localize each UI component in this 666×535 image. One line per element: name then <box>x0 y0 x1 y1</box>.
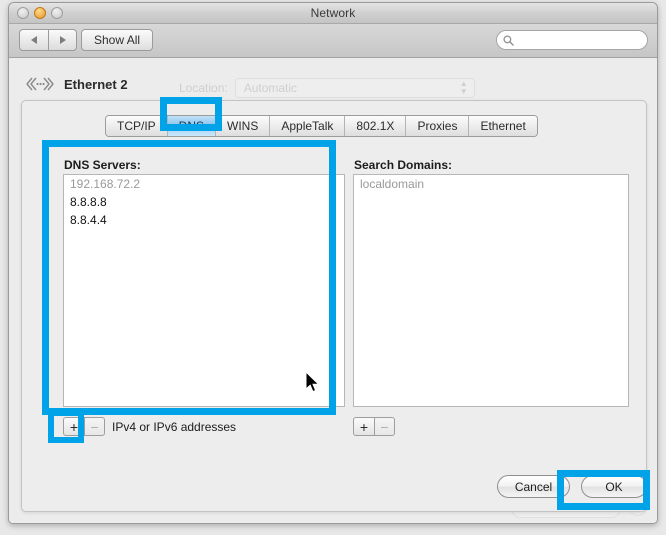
search-input[interactable] <box>517 34 635 46</box>
forward-arrow-icon <box>59 36 66 44</box>
network-preferences-window: Network Show All Ethernet 2 Location: Au… <box>8 2 658 524</box>
search-domains-stepper: + − <box>353 417 395 436</box>
list-item[interactable]: 8.8.8.8 <box>64 193 344 211</box>
remove-dns-server-label: − <box>90 418 99 435</box>
service-header: Ethernet 2 <box>25 76 128 92</box>
dns-servers-list[interactable]: 192.168.72.2 8.8.8.8 8.8.4.4 <box>63 174 345 407</box>
dns-address-hint: IPv4 or IPv6 addresses <box>112 420 237 434</box>
chevron-updown-icon: ▲ ▼ <box>459 79 468 96</box>
show-all-label: Show All <box>94 33 141 47</box>
remove-dns-server-button[interactable]: − <box>84 417 105 436</box>
nav-button-group <box>19 29 77 51</box>
tab-tcpip-label: TCP/IP <box>117 119 156 133</box>
list-item[interactable]: 192.168.72.2 <box>64 175 344 193</box>
dns-servers-label: DNS Servers: <box>64 158 141 172</box>
cancel-label: Cancel <box>514 479 553 494</box>
tab-ethernet[interactable]: Ethernet <box>469 116 537 136</box>
toolbar: Show All <box>9 24 657 58</box>
service-name: Ethernet 2 <box>64 76 128 92</box>
location-value: Automatic <box>243 81 298 95</box>
add-search-domain-button[interactable]: + <box>353 417 374 436</box>
ok-button[interactable]: OK <box>581 475 647 498</box>
tab-wins[interactable]: WINS <box>216 116 271 136</box>
add-dns-server-label: + <box>69 418 79 435</box>
back-arrow-icon <box>31 36 37 44</box>
dns-settings-sheet: TCP/IP DNS WINS AppleTalk 802.1X Proxies… <box>21 100 647 512</box>
search-domains-list[interactable]: localdomain <box>353 174 629 407</box>
tab-ethernet-label: Ethernet <box>480 119 526 133</box>
search-field[interactable] <box>496 30 648 50</box>
tab-appletalk-label: AppleTalk <box>281 119 334 133</box>
screen: Network Show All Ethernet 2 Location: Au… <box>0 0 666 535</box>
tab-appletalk[interactable]: AppleTalk <box>270 116 346 136</box>
ethernet-icon <box>26 77 54 91</box>
tab-wins-label: WINS <box>227 119 259 133</box>
dns-servers-stepper: + − <box>63 417 105 436</box>
tab-8021x[interactable]: 802.1X <box>345 116 407 136</box>
settings-tab-bar: TCP/IP DNS WINS AppleTalk 802.1X Proxies… <box>105 115 538 137</box>
add-dns-server-button[interactable]: + <box>63 417 84 436</box>
tab-8021x-label: 802.1X <box>356 119 395 133</box>
show-all-button[interactable]: Show All <box>81 29 154 51</box>
preferences-content: Ethernet 2 Location: Automatic ▲▼ Status… <box>9 58 657 523</box>
ok-label: OK <box>605 479 623 494</box>
search-domains-label: Search Domains: <box>354 158 453 172</box>
tab-dns[interactable]: DNS <box>167 116 217 136</box>
tab-proxies[interactable]: Proxies <box>406 116 470 136</box>
location-row: Location: Automatic ▲ ▼ <box>179 78 475 98</box>
list-item[interactable]: localdomain <box>354 175 628 193</box>
search-icon <box>503 34 514 46</box>
tab-dns-label: DNS <box>178 119 205 133</box>
forward-button[interactable] <box>48 29 77 51</box>
back-button[interactable] <box>19 29 48 51</box>
remove-search-domain-label: − <box>380 418 389 435</box>
window-titlebar: Network <box>9 3 657 24</box>
location-popup: Automatic ▲ ▼ <box>234 78 475 98</box>
list-item[interactable]: 8.8.4.4 <box>64 211 344 229</box>
remove-search-domain-button[interactable]: − <box>374 417 395 436</box>
cancel-button[interactable]: Cancel <box>497 475 570 498</box>
window-title: Network <box>310 6 356 20</box>
location-label: Location: <box>179 81 228 95</box>
tab-tcpip[interactable]: TCP/IP <box>106 116 168 136</box>
add-search-domain-label: + <box>359 418 369 435</box>
tab-proxies-label: Proxies <box>417 119 458 133</box>
